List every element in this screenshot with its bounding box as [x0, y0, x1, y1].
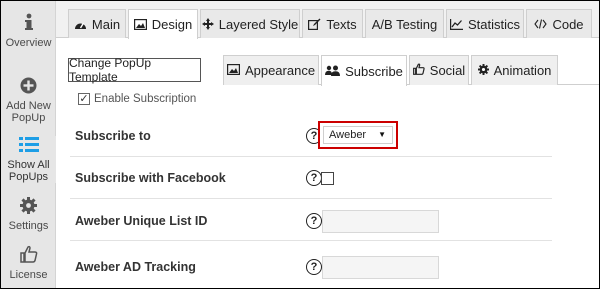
- image-icon: [133, 19, 147, 30]
- enable-subscription-label: Enable Subscription: [94, 93, 197, 105]
- main-panel: Main Design Layered Style Texts A/B Test…: [56, 1, 599, 288]
- subtab-animation[interactable]: Animation: [471, 55, 558, 85]
- tab-label: A/B Testing: [371, 16, 438, 32]
- tab-label: Design: [151, 17, 193, 32]
- sidebar-item-label: Show All PopUps: [7, 159, 50, 183]
- image-icon: [226, 63, 240, 78]
- aweber-ad-tracking-row: Aweber AD Tracking ?: [70, 241, 552, 288]
- top-tab-bar: Main Design Layered Style Texts A/B Test…: [56, 1, 599, 39]
- tab-label: Layered Style: [218, 16, 299, 32]
- sidebar-item-settings[interactable]: Settings: [1, 197, 56, 232]
- subscribe-to-row: Subscribe to ?: [70, 117, 552, 157]
- help-icon[interactable]: ?: [306, 170, 322, 186]
- sidebar-item-show-all-popups[interactable]: Show All PopUps: [1, 136, 56, 183]
- subtab-subscribe[interactable]: Subscribe: [321, 55, 407, 86]
- sidebar-item-label: License: [9, 269, 48, 281]
- aweber-list-id-row: Aweber Unique List ID ?: [70, 199, 552, 241]
- sidebar-item-label: Overview: [5, 37, 52, 49]
- edit-icon: [308, 18, 321, 30]
- dashboard-icon: [74, 19, 87, 30]
- tab-label: Texts: [326, 16, 357, 32]
- aweber-ad-tracking-input[interactable]: [322, 256, 439, 279]
- subscribe-facebook-row: Subscribe with Facebook ?: [70, 157, 552, 199]
- subscribe-to-select[interactable]: Aweber ▼: [323, 126, 393, 144]
- subtab-label: Appearance: [244, 63, 316, 78]
- admin-sidebar: Overview Add New PopUp Show All PopUps S…: [1, 1, 56, 288]
- subtab-label: Animation: [493, 63, 552, 78]
- subtab-appearance[interactable]: Appearance: [223, 55, 319, 85]
- chevron-down-icon: ▼: [378, 130, 386, 139]
- help-icon[interactable]: ?: [306, 213, 322, 229]
- sidebar-item-label: Add New PopUp: [6, 100, 51, 124]
- change-popup-template-button[interactable]: Change PopUp Template: [68, 56, 201, 84]
- list-icon: [1, 136, 56, 156]
- subscribe-to-value: Aweber: [329, 129, 367, 141]
- gear-icon: [1, 197, 56, 217]
- line-chart-icon: [449, 18, 463, 30]
- sidebar-item-label: Settings: [8, 220, 49, 232]
- sidebar-item-license[interactable]: License: [1, 245, 56, 281]
- subscribe-facebook-checkbox[interactable]: [321, 172, 334, 185]
- subscribe-to-highlight: Aweber ▼: [318, 121, 398, 149]
- code-icon: [534, 19, 548, 29]
- help-icon[interactable]: ?: [306, 259, 322, 275]
- tab-design[interactable]: Design: [128, 9, 198, 39]
- thumbs-up-icon: [412, 63, 425, 78]
- subtab-label: Social: [429, 63, 466, 78]
- tab-ab-testing[interactable]: A/B Testing: [365, 9, 444, 38]
- aweber-list-id-input[interactable]: [322, 210, 439, 233]
- enable-subscription-checkbox[interactable]: ✓: [78, 93, 90, 105]
- thumbs-up-icon: [1, 245, 56, 266]
- subscribe-facebook-label: Subscribe with Facebook: [75, 171, 226, 185]
- design-subtab-bar: Appearance Subscribe Social Animation: [223, 55, 599, 86]
- aweber-list-id-label: Aweber Unique List ID: [75, 214, 208, 228]
- subtab-social[interactable]: Social: [409, 55, 469, 85]
- enable-subscription-row: ✓ Enable Subscription: [78, 93, 196, 105]
- plus-circle-icon: [1, 77, 56, 97]
- info-icon: [1, 13, 56, 34]
- screenshot-frame: Overview Add New PopUp Show All PopUps S…: [0, 0, 600, 289]
- tab-label: Code: [552, 16, 584, 32]
- tab-label: Main: [91, 16, 121, 32]
- subscribe-to-label: Subscribe to: [75, 129, 151, 143]
- tab-main[interactable]: Main: [68, 9, 126, 38]
- users-icon: [325, 64, 341, 79]
- tab-code[interactable]: Code: [526, 9, 592, 38]
- sidebar-item-overview[interactable]: Overview: [1, 13, 56, 49]
- tab-label: Statistics: [467, 16, 520, 32]
- sidebar-item-add-new-popup[interactable]: Add New PopUp: [1, 77, 56, 124]
- tab-statistics[interactable]: Statistics: [446, 9, 524, 38]
- aweber-ad-tracking-label: Aweber AD Tracking: [75, 260, 196, 274]
- gear-icon: [477, 63, 489, 78]
- tab-texts[interactable]: Texts: [302, 9, 363, 38]
- move-arrows-icon: [201, 18, 214, 30]
- tab-layered-style[interactable]: Layered Style: [200, 9, 300, 38]
- subtab-label: Subscribe: [345, 63, 403, 79]
